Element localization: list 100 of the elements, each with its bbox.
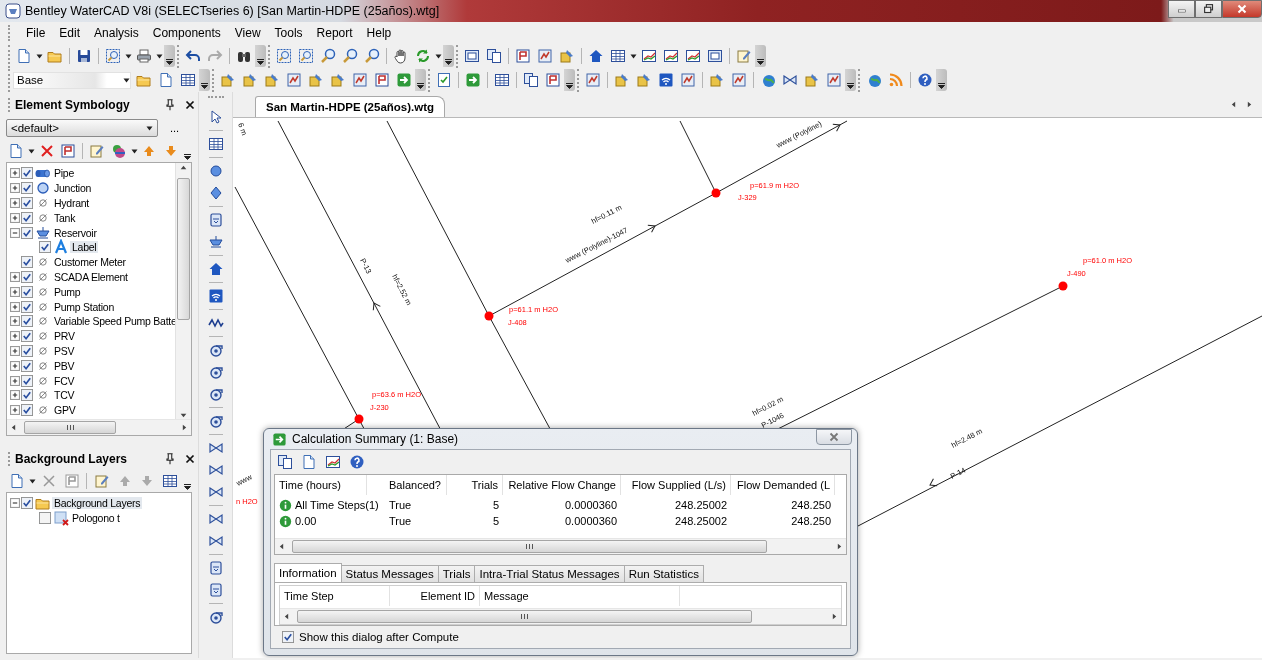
chart-icon[interactable] <box>663 48 679 64</box>
house-icon[interactable] <box>588 48 604 64</box>
caret-icon[interactable] <box>29 478 37 484</box>
checkbox[interactable] <box>21 285 33 298</box>
arrow-box-icon[interactable] <box>465 72 481 88</box>
toolbar-overflow-button[interactable] <box>443 45 454 67</box>
checklist-icon[interactable] <box>436 72 452 88</box>
tool-icon[interactable] <box>308 72 324 88</box>
properties-icon[interactable] <box>374 72 390 88</box>
table-icon[interactable] <box>161 473 178 489</box>
checkbox[interactable] <box>21 197 33 209</box>
restore-button[interactable] <box>1195 0 1222 18</box>
overflow-arrow-icon[interactable] <box>757 59 764 65</box>
pump-icon[interactable] <box>207 342 224 358</box>
valve-icon[interactable] <box>207 533 224 549</box>
scroll-right-icon[interactable] <box>180 423 189 432</box>
properties-icon[interactable] <box>60 143 77 159</box>
arrow-box-icon[interactable] <box>396 72 412 88</box>
chart-icon[interactable] <box>641 48 657 64</box>
globe-icon[interactable] <box>866 72 882 88</box>
tree-item[interactable]: Background Layers <box>52 497 143 510</box>
help-icon[interactable] <box>349 454 365 470</box>
tree-item[interactable]: Customer Meter <box>52 256 128 269</box>
zoom-window-icon[interactable] <box>298 48 314 64</box>
pump-icon[interactable] <box>207 386 224 402</box>
column-header[interactable]: Message <box>480 586 680 606</box>
caret-icon[interactable] <box>125 53 132 59</box>
tool-icon[interactable] <box>614 72 630 88</box>
scrollbar-thumb[interactable] <box>177 178 190 320</box>
valve-icon[interactable] <box>782 72 798 88</box>
checkbox[interactable] <box>39 512 51 525</box>
menu-item[interactable]: File <box>19 24 53 42</box>
tool-icon[interactable] <box>242 72 258 88</box>
menu-item[interactable]: Analysis <box>87 24 146 42</box>
printer-icon[interactable] <box>136 48 152 64</box>
valve-icon[interactable] <box>207 511 224 527</box>
copy-icon[interactable] <box>523 72 539 88</box>
menu-item[interactable]: Tools <box>267 24 310 42</box>
scroll-right-icon[interactable] <box>835 542 844 551</box>
edit-icon[interactable] <box>94 473 111 489</box>
zoom-window-icon[interactable] <box>276 48 292 64</box>
checkbox[interactable] <box>21 270 33 283</box>
tree-item[interactable]: PSV <box>52 344 77 357</box>
tree-item[interactable]: Pipe <box>52 167 76 180</box>
expand-icon[interactable] <box>10 390 20 401</box>
document-icon[interactable] <box>158 72 174 88</box>
window-icon[interactable] <box>464 48 480 64</box>
overflow-arrow-icon[interactable] <box>184 484 192 490</box>
pump-icon[interactable] <box>207 609 224 625</box>
document-icon[interactable] <box>16 48 32 64</box>
scroll-left-icon[interactable] <box>9 423 18 432</box>
zoom-window-icon[interactable] <box>105 48 121 64</box>
tool-icon[interactable] <box>585 72 601 88</box>
tool-icon[interactable] <box>352 72 368 88</box>
tree-item[interactable]: Tank <box>52 211 78 224</box>
expand-icon[interactable] <box>10 183 20 194</box>
tree-item[interactable]: Hydrant <box>52 197 91 209</box>
symbology-dropdown[interactable]: <default> <box>6 119 158 137</box>
table-icon[interactable] <box>494 72 510 88</box>
expand-icon[interactable] <box>10 168 20 179</box>
table-icon[interactable] <box>610 48 626 64</box>
toolbar-overflow-button[interactable] <box>564 69 575 91</box>
caret-icon[interactable] <box>630 53 637 59</box>
hand-icon[interactable] <box>393 48 409 64</box>
horizontal-scrollbar[interactable] <box>275 538 846 554</box>
checkbox[interactable] <box>21 389 33 402</box>
valve-icon[interactable] <box>207 440 224 456</box>
overflow-arrow-icon[interactable] <box>184 154 192 160</box>
tab[interactable]: Status Messages <box>340 565 439 582</box>
document-icon[interactable] <box>301 454 317 470</box>
copy-icon[interactable] <box>486 48 502 64</box>
help-icon[interactable] <box>917 72 933 88</box>
overflow-arrow-icon[interactable] <box>938 83 945 89</box>
tree-item[interactable]: Label <box>70 241 99 254</box>
checkbox[interactable] <box>21 182 33 195</box>
close-icon[interactable] <box>183 452 197 466</box>
tree-item[interactable]: TCV <box>52 389 77 402</box>
tree-item[interactable]: Pologono t <box>70 512 122 525</box>
tree-item[interactable]: Pump Station <box>52 300 117 313</box>
pin-icon[interactable] <box>163 452 177 466</box>
document-tab[interactable]: San Martin-HDPE (25años).wtg <box>255 96 446 117</box>
properties-icon[interactable] <box>515 48 531 64</box>
collapse-icon[interactable] <box>10 498 20 509</box>
color-palette-icon[interactable] <box>110 143 127 159</box>
checkbox[interactable] <box>21 344 33 357</box>
overflow-arrow-icon[interactable] <box>257 59 264 65</box>
house-icon[interactable] <box>207 261 224 277</box>
checkbox[interactable] <box>21 315 33 328</box>
overflow-arrow-icon[interactable] <box>445 59 452 65</box>
tool-icon[interactable] <box>286 72 302 88</box>
expand-icon[interactable] <box>10 405 20 416</box>
column-header[interactable]: Relative Flow Change <box>503 475 621 495</box>
toolbar-overflow-button[interactable] <box>415 69 426 91</box>
close-icon[interactable] <box>183 98 197 112</box>
tree-item[interactable]: Junction <box>52 182 94 195</box>
chart-icon[interactable] <box>325 454 341 470</box>
scroll-left-icon[interactable] <box>1229 100 1238 109</box>
pump-icon[interactable] <box>207 364 224 380</box>
scrollbar-thumb[interactable] <box>24 421 116 434</box>
expand-icon[interactable] <box>10 331 20 342</box>
